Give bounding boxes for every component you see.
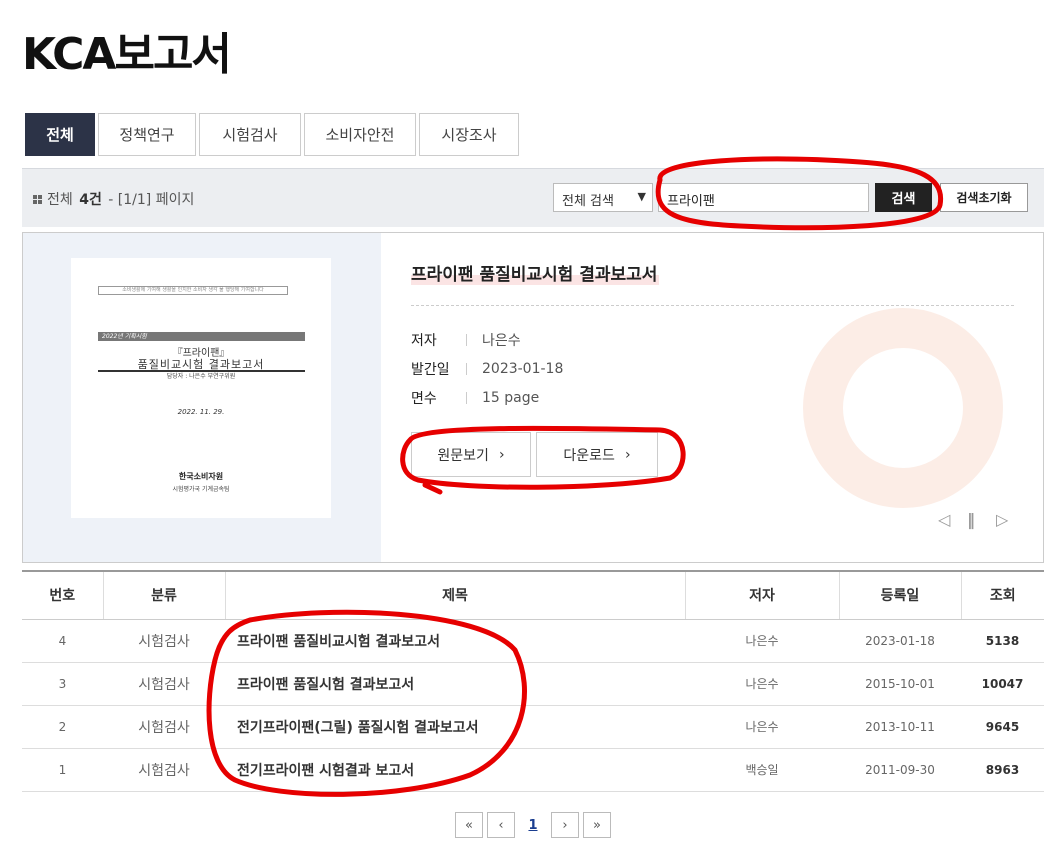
count-prefix: 전체 [47,192,73,208]
previous-slide-icon[interactable]: ◁ [938,510,950,529]
prev-page-icon[interactable]: ‹ [487,812,515,838]
meta-author: 저자 나은수 [411,333,521,349]
report-title-link[interactable]: 전기프라이팬 시험결과 보고서 [225,748,685,792]
chevron-right-icon: › [624,446,631,463]
page-info: - [1/1] 페이지 [108,192,195,208]
meta-date: 발간일 2023-01-18 [411,361,564,378]
result-count: 전체 4건 - [1/1] 페이지 [33,189,194,209]
reset-search-button[interactable]: 검색초기화 [940,183,1028,212]
cover-area: 소비생활에 기여해 생활을 인지한 소비자 생각 물 행당해 기여합니다 202… [23,233,381,562]
report-title-link[interactable]: 전기프라이팬(그릴) 품질시험 결과보고서 [225,705,685,749]
table-header-row: 번호 분류 제목 저자 등록일 조회 [22,571,1044,620]
col-author: 저자 [684,571,839,620]
col-category: 분류 [102,571,225,620]
chevron-right-icon: › [498,446,505,463]
chevron-down-icon: ▼ [637,190,646,203]
table-row: 3 시험검사 프라이팬 품질시험 결과보고서 나은수 2015-10-01 10… [22,662,1044,706]
search-button[interactable]: 검색 [875,183,932,212]
col-views: 조회 [960,571,1044,620]
table-row: 2 시험검사 전기프라이팬(그릴) 품질시험 결과보고서 나은수 2013-10… [22,705,1044,749]
pagination: « ‹ 1 › » [455,812,611,838]
next-page-icon[interactable]: › [551,812,579,838]
page-title: KCA보고서 [22,29,232,80]
next-slide-icon[interactable]: ▷ [996,510,1008,529]
search-scope-value: 전체 검색 [562,194,614,209]
category-tabs: 전체 정책연구 시험검사 소비자안전 시장조사 [25,113,522,156]
download-button[interactable]: 다운로드 › [536,432,658,477]
page-number[interactable]: 1 [519,812,547,838]
featured-title[interactable]: 프라이팬 품질비교시험 결과보고서 [411,260,660,285]
col-date: 등록일 [838,571,961,620]
divider [411,305,1014,306]
report-title-link[interactable]: 프라이팬 품질비교시험 결과보고서 [225,619,685,663]
report-table: 번호 분류 제목 저자 등록일 조회 4 시험검사 프라이팬 품질비교시험 결과… [22,570,1044,792]
search-input[interactable]: 프라이팬 [658,183,869,212]
col-number: 번호 [22,571,103,620]
featured-report: 소비생활에 기여해 생활을 인지한 소비자 생각 물 행당해 기여합니다 202… [22,232,1044,563]
grid-icon [33,194,42,204]
view-original-button[interactable]: 원문보기 › [411,432,531,477]
search-bar: 전체 4건 - [1/1] 페이지 전체 검색 ▼ 프라이팬 검색 검색초기화 [22,168,1044,227]
report-title-link[interactable]: 프라이팬 품질시험 결과보고서 [225,662,685,706]
tab-consumer-safety[interactable]: 소비자안전 [304,113,416,156]
pause-icon[interactable]: ‖ [967,510,975,529]
table-row: 1 시험검사 전기프라이팬 시험결과 보고서 백승일 2011-09-30 89… [22,748,1044,792]
decorative-logo-icon [803,308,1003,508]
col-title: 제목 [224,571,685,620]
search-scope-select[interactable]: 전체 검색 ▼ [553,183,653,212]
count-value: 4건 [79,192,102,208]
first-page-icon[interactable]: « [455,812,483,838]
tab-market-research[interactable]: 시장조사 [419,113,519,156]
tab-testing[interactable]: 시험검사 [199,113,301,156]
tab-policy-research[interactable]: 정책연구 [98,113,196,156]
meta-pages: 면수 15 page [411,390,540,407]
table-row: 4 시험검사 프라이팬 품질비교시험 결과보고서 나은수 2023-01-18 … [22,619,1044,663]
report-cover-image[interactable]: 소비생활에 기여해 생활을 인지한 소비자 생각 물 행당해 기여합니다 202… [71,258,331,518]
tab-all[interactable]: 전체 [25,113,95,156]
last-page-icon[interactable]: » [583,812,611,838]
